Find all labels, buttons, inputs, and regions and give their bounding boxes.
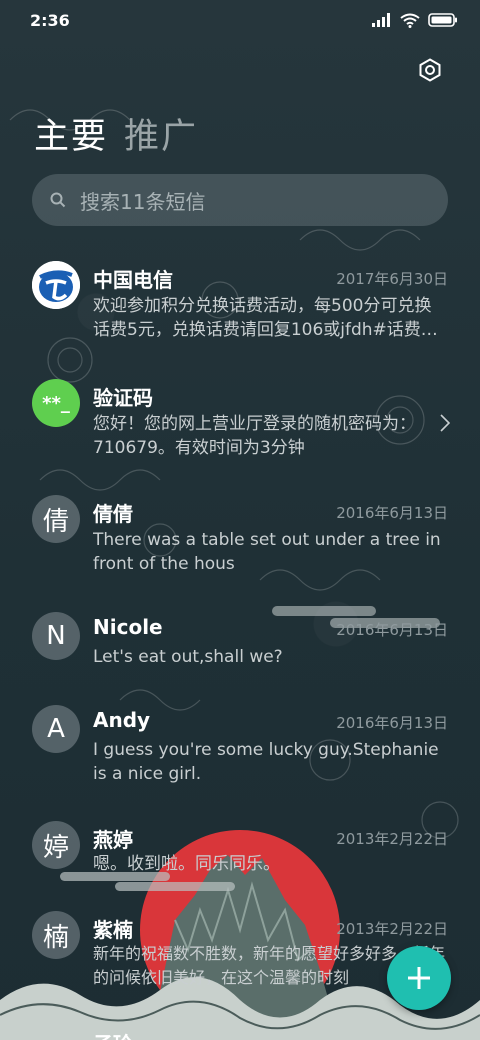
gear-icon <box>419 58 441 82</box>
contact-name: 子玲 <box>93 1028 133 1040</box>
telecom-logo-icon <box>32 261 80 309</box>
tab-primary[interactable]: 主要 <box>34 108 108 159</box>
avatar-text: 婷 <box>42 832 69 863</box>
message-date: 2017年6月30日 <box>336 270 448 288</box>
tab-promotions[interactable]: 推广 <box>124 108 198 159</box>
messages-screen: 2:36 主要 推广 搜索11条短信 中国电信 2017年6月30日 欢迎参加积… <box>0 0 480 1040</box>
contact-name: 倩倩 <box>93 502 133 526</box>
conversation-row[interactable]: **_ 验证码 您好！您的网上营业厅登录的随机密码为：710679。有效时间为3… <box>0 374 480 474</box>
search-placeholder: 搜索11条短信 <box>80 189 206 214</box>
battery-icon <box>428 13 457 27</box>
status-icons <box>372 13 458 28</box>
conversation-row[interactable]: 中国电信 2017年6月30日 欢迎参加积分兑换话费活动，每500分可兑换话费5… <box>0 256 480 356</box>
avatar-text: 楠 <box>42 922 69 953</box>
conversation-row[interactable]: 倩 倩倩 2016年6月13日 There was a table set ou… <box>0 490 480 590</box>
wifi-icon <box>400 13 420 28</box>
avatar-text: 倩 <box>42 506 69 537</box>
avatar-text: **_ <box>42 392 70 414</box>
avatar: 婷 <box>32 821 80 869</box>
message-preview: Let's eat out,shall we? <box>93 647 283 667</box>
message-date: 2013年2月22日 <box>336 830 448 848</box>
status-bar: 2:36 <box>0 0 480 40</box>
message-preview: 嗯。收到啦。同乐同乐。 <box>93 854 280 874</box>
contact-name: 燕婷 <box>93 828 133 852</box>
message-preview: There was a table set out under a tree i… <box>93 530 441 574</box>
conversation-row[interactable]: A Andy 2016年6月13日 I guess you're some lu… <box>0 700 480 800</box>
contact-name: 验证码 <box>93 386 153 410</box>
conversation-row[interactable]: N Nicole 2016年6月13日 Let's eat out,shall … <box>0 607 480 687</box>
search-bar[interactable]: 搜索11条短信 <box>32 174 448 226</box>
avatar-text: A <box>47 714 65 744</box>
plus-icon <box>408 967 430 989</box>
avatar-text: N <box>46 621 66 651</box>
message-date: 2016年6月13日 <box>336 504 448 522</box>
avatar: A <box>32 705 80 753</box>
search-icon <box>50 192 66 208</box>
settings-button[interactable] <box>414 54 446 86</box>
message-date: 2016年6月13日 <box>336 621 448 639</box>
message-date: 2013年2月22日 <box>336 920 448 938</box>
message-preview: 您好！您的网上营业厅登录的随机密码为：710679。有效时间为3分钟 <box>93 414 416 458</box>
signal-icon <box>372 13 390 27</box>
conversation-row[interactable]: 子玲 <box>0 1018 480 1040</box>
contact-name: Andy <box>93 708 151 732</box>
contact-name: Nicole <box>93 615 163 639</box>
new-message-button[interactable] <box>387 946 451 1010</box>
avatar: 倩 <box>32 495 80 543</box>
contact-name: 中国电信 <box>93 268 173 292</box>
avatar: N <box>32 612 80 660</box>
message-preview: 欢迎参加积分兑换话费活动，每500分可兑换话费5元，兑换话费请回复106或jfd… <box>93 296 438 340</box>
avatar: 楠 <box>32 911 80 959</box>
contact-name: 紫楠 <box>93 918 133 942</box>
message-date: 2016年6月13日 <box>336 714 448 732</box>
china-telecom-logo <box>32 261 80 309</box>
conversation-row[interactable]: 婷 燕婷 2013年2月22日 嗯。收到啦。同乐同乐。 <box>0 816 480 896</box>
status-time: 2:36 <box>30 10 70 30</box>
avatar: **_ <box>32 379 80 427</box>
message-preview: I guess you're some lucky guy.Stephanie … <box>93 740 439 784</box>
chevron-right-icon[interactable] <box>440 414 450 432</box>
tab-bar: 主要 推广 <box>34 108 198 159</box>
